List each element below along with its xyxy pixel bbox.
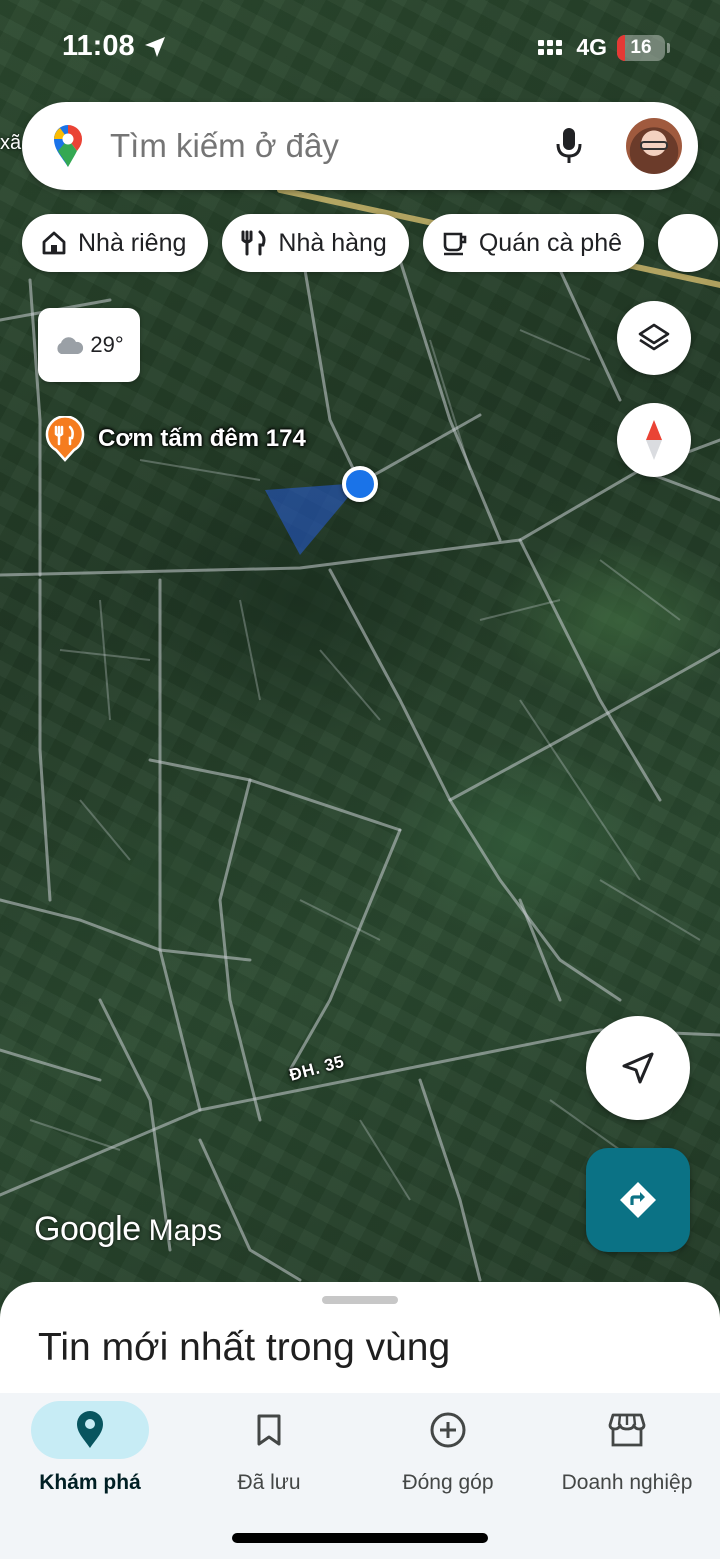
weather-widget[interactable]: 29° bbox=[38, 308, 140, 382]
nav-explore[interactable]: Khám phá bbox=[0, 1393, 180, 1503]
search-input[interactable] bbox=[110, 127, 554, 165]
nav-label: Đóng góp bbox=[402, 1471, 494, 1494]
directions-button[interactable] bbox=[586, 1148, 690, 1252]
bookmark-icon bbox=[257, 1414, 281, 1446]
storefront-icon bbox=[608, 1413, 646, 1447]
avatar[interactable] bbox=[626, 118, 682, 174]
status-clock: 11:08 bbox=[62, 30, 167, 63]
map-place-label: xã bbox=[0, 132, 22, 154]
nav-label: Doanh nghiệp bbox=[561, 1471, 693, 1494]
coffee-icon bbox=[443, 232, 467, 256]
google-maps-watermark: Google Maps bbox=[34, 1210, 222, 1249]
chip-label: Quán cà phê bbox=[478, 228, 623, 257]
restaurant-icon bbox=[241, 230, 266, 256]
nav-contribute[interactable]: Đóng góp bbox=[358, 1393, 538, 1503]
clock-time: 11:08 bbox=[62, 30, 135, 62]
chip-cafe[interactable]: Quán cà phê bbox=[422, 214, 645, 272]
search-bar[interactable] bbox=[22, 102, 698, 190]
chip-label: Nhà hàng bbox=[278, 228, 387, 257]
status-bar: 11:08 4G 16 bbox=[0, 0, 720, 96]
compass-button[interactable] bbox=[617, 403, 691, 477]
restaurant-pin-icon bbox=[44, 416, 86, 462]
weather-temp: 29° bbox=[90, 332, 124, 357]
nav-label: Đã lưu bbox=[237, 1471, 301, 1494]
cloud-icon bbox=[57, 337, 84, 354]
sheet-drag-handle[interactable] bbox=[322, 1296, 398, 1304]
home-icon bbox=[42, 231, 66, 255]
cellular-signal-icon bbox=[538, 40, 563, 55]
my-location-button[interactable] bbox=[586, 1016, 690, 1120]
poi-name[interactable]: Cơm tấm đêm 174 bbox=[98, 425, 306, 453]
nav-business[interactable]: Doanh nghiệp bbox=[537, 1393, 717, 1503]
directions-icon bbox=[620, 1182, 656, 1218]
chip-home[interactable]: Nhà riêng bbox=[22, 214, 209, 272]
compass-icon bbox=[646, 420, 662, 460]
nav-label: Khám phá bbox=[39, 1471, 141, 1494]
chip-restaurants[interactable]: Nhà hàng bbox=[222, 214, 409, 272]
poi-marker[interactable]: Cơm tấm đêm 174 bbox=[44, 416, 306, 462]
watermark-maps: Maps bbox=[148, 1214, 222, 1247]
layers-button[interactable] bbox=[617, 301, 691, 375]
layers-icon bbox=[638, 323, 670, 351]
add-circle-icon bbox=[430, 1412, 466, 1448]
chip-more[interactable] bbox=[658, 214, 719, 272]
category-chips: Nhà riêng Nhà hàng Quán cà phê bbox=[22, 214, 720, 272]
nav-saved[interactable]: Đã lưu bbox=[179, 1393, 359, 1503]
battery-level: 16 bbox=[630, 36, 652, 58]
watermark-google: Google bbox=[34, 1210, 141, 1248]
mic-icon[interactable] bbox=[554, 126, 584, 166]
status-indicators: 4G 16 bbox=[538, 34, 670, 61]
location-arrow-icon bbox=[144, 36, 165, 57]
google-maps-pin-icon bbox=[54, 125, 82, 167]
navigation-arrow-icon bbox=[622, 1052, 654, 1084]
home-indicator[interactable] bbox=[232, 1533, 488, 1543]
bottom-sheet[interactable]: Tin mới nhất trong vùng bbox=[0, 1282, 720, 1402]
sheet-title: Tin mới nhất trong vùng bbox=[38, 1326, 451, 1369]
chip-label: Nhà riêng bbox=[78, 228, 187, 257]
current-location-dot[interactable] bbox=[342, 466, 378, 502]
explore-pin-icon bbox=[77, 1411, 103, 1448]
network-type: 4G bbox=[576, 34, 607, 60]
battery-icon: 16 bbox=[617, 34, 665, 61]
